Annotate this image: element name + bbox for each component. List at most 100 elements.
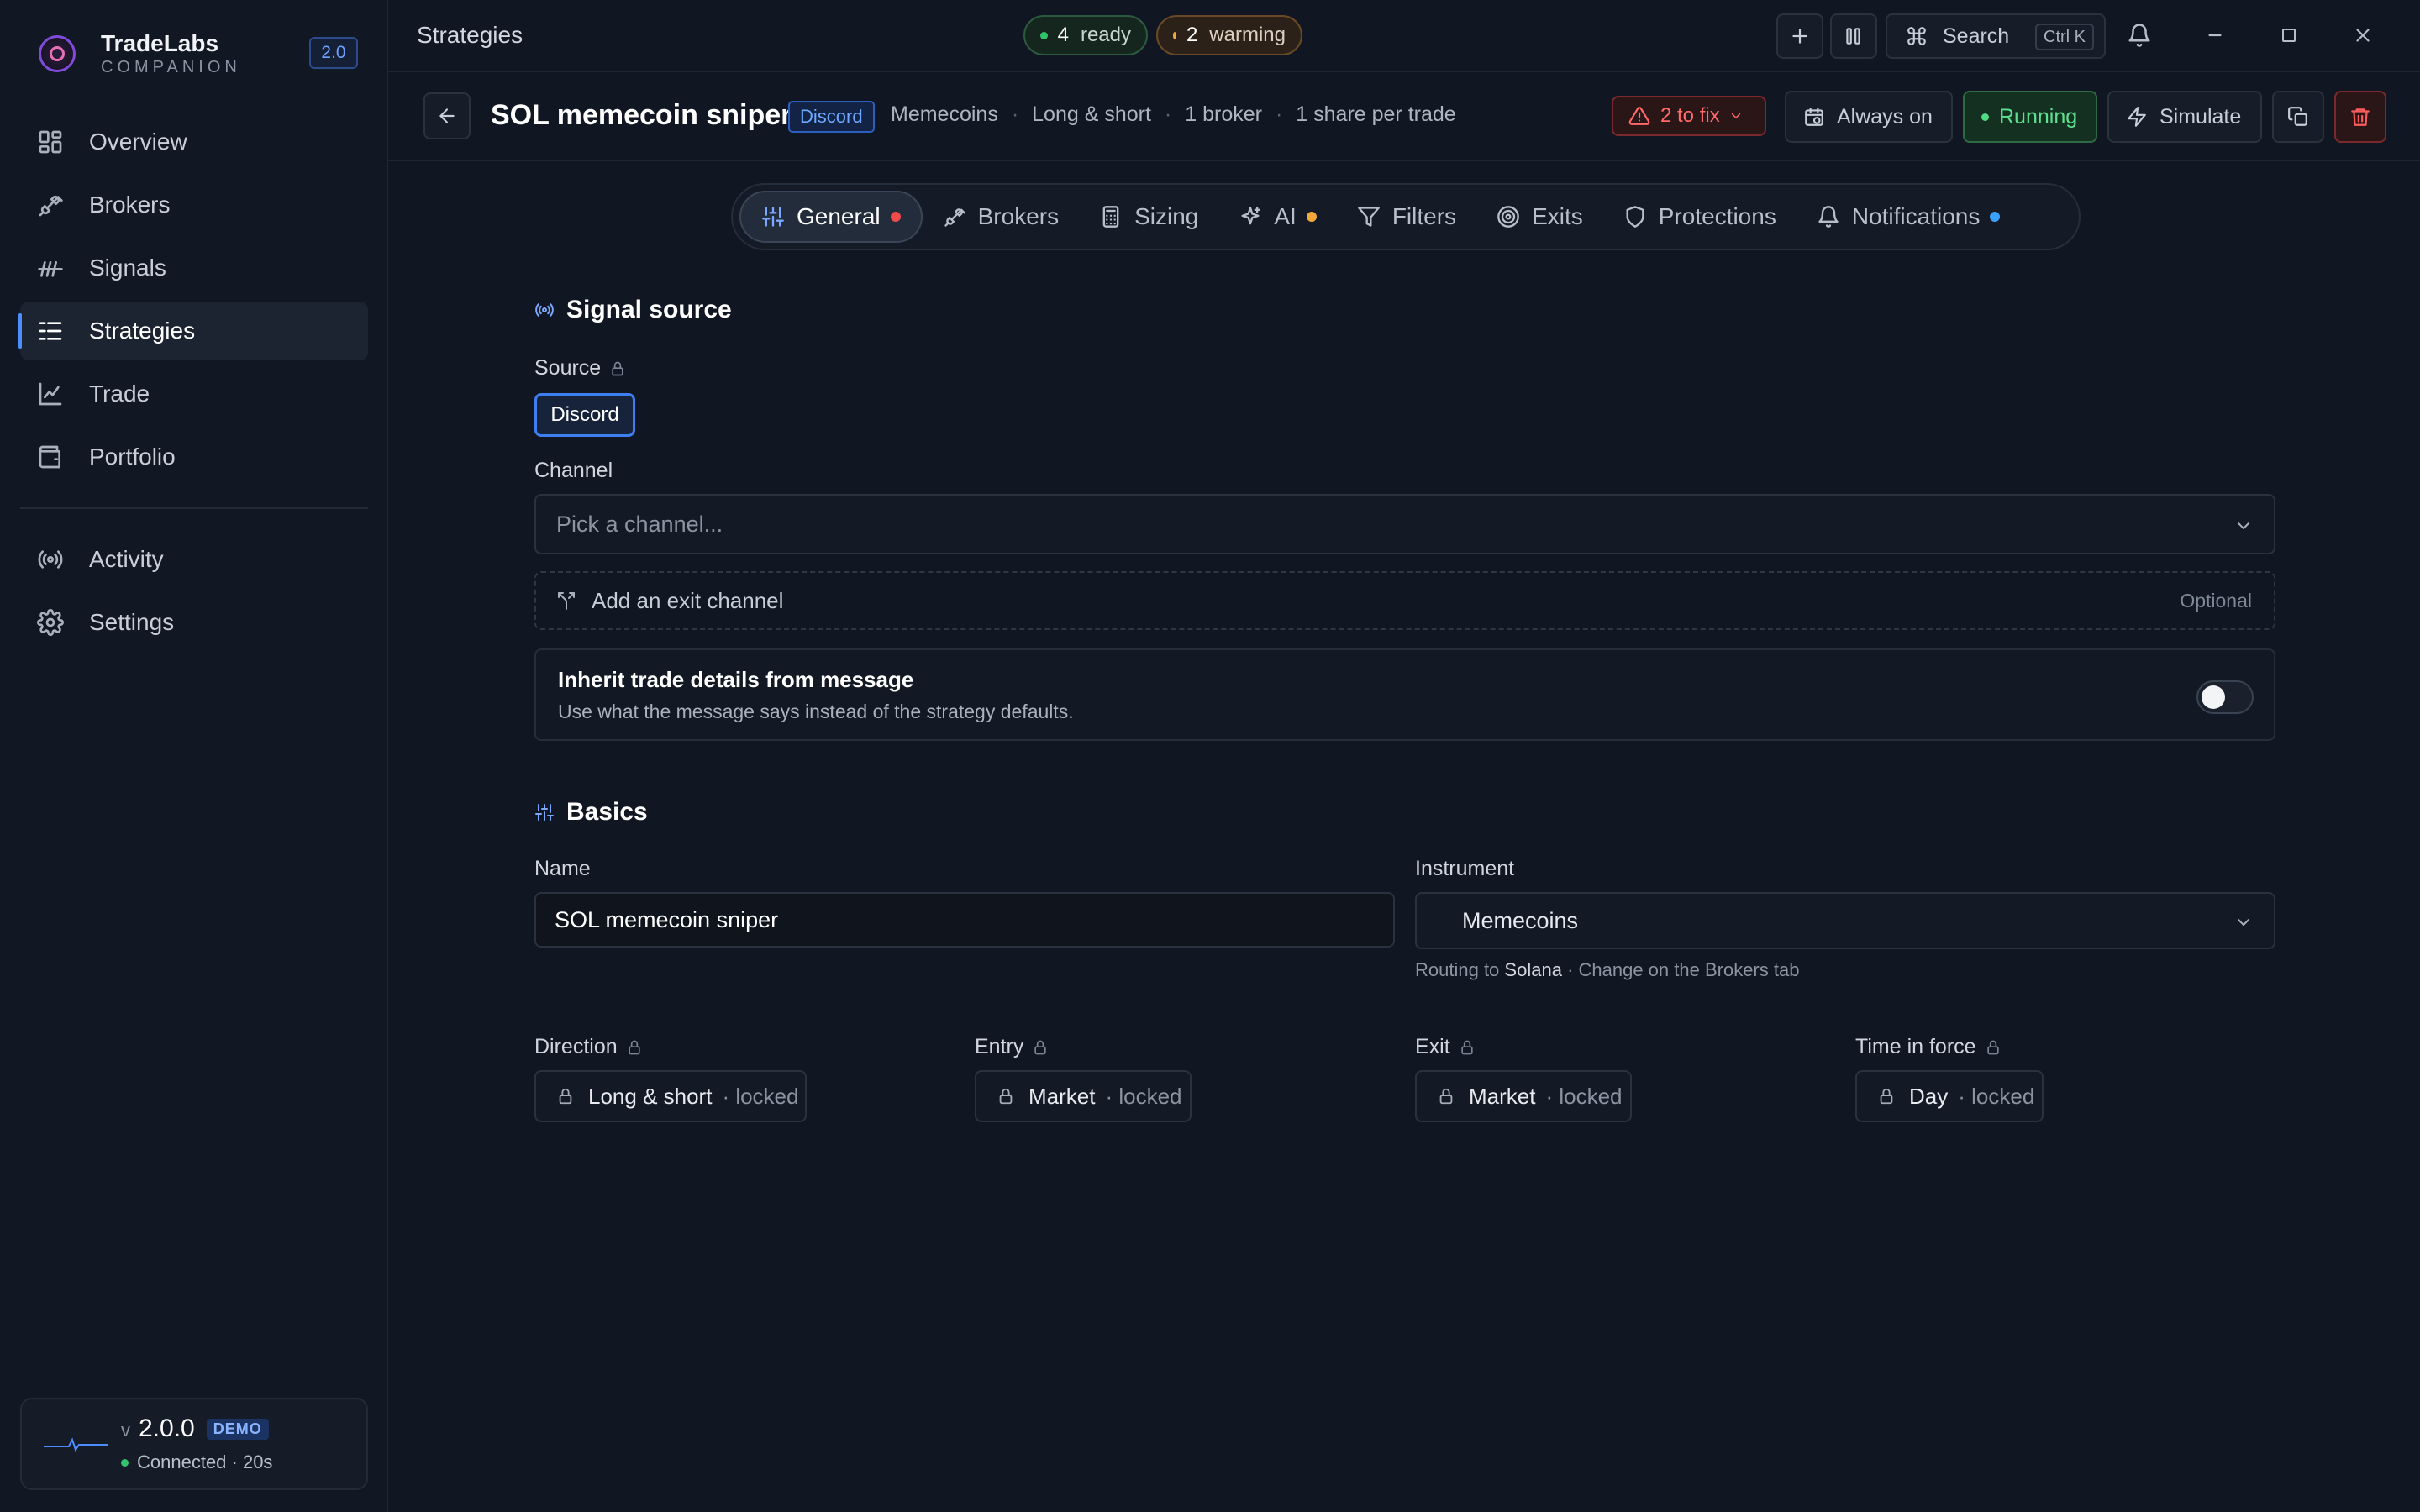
sidebar: TradeLabs COMPANION 2.0 Overview Brokers… (0, 0, 388, 1512)
list-icon (37, 318, 64, 344)
basics-heading: Basics (534, 798, 648, 827)
add-exit-channel-button[interactable]: Add an exit channel Optional (534, 571, 2275, 630)
sidebar-item-signals[interactable]: Signals (20, 239, 368, 297)
delete-button[interactable] (2334, 91, 2386, 143)
version-badge: 2.0 (309, 37, 358, 69)
inherit-trade-details-card: Inherit trade details from message Use w… (534, 648, 2275, 741)
instrument-field-label: Instrument (1415, 857, 1514, 881)
channel-field-label: Channel (534, 459, 613, 483)
exit-channel-label: Add an exit channel (592, 587, 784, 613)
search-button[interactable]: Search Ctrl K (1886, 13, 2106, 59)
inherit-description: Use what the message says instead of the… (558, 701, 1074, 722)
instrument-select[interactable]: Memecoins (1415, 892, 2275, 949)
ready-status-pill[interactable]: 4 ready (1023, 15, 1148, 55)
inherit-toggle[interactable] (2196, 680, 2254, 714)
columns-button[interactable] (1830, 13, 1877, 59)
meta-sizing: 1 share per trade (1296, 102, 1456, 126)
filter-icon (1357, 205, 1381, 228)
broadcast-icon (534, 300, 555, 320)
brand[interactable]: TradeLabs COMPANION (39, 30, 241, 77)
maximize-button[interactable] (2272, 18, 2306, 52)
split-icon (556, 591, 576, 611)
warning-icon (1628, 105, 1650, 127)
locked-value: Market (1469, 1083, 1536, 1109)
demo-badge: DEMO (206, 1419, 269, 1440)
channel-placeholder: Pick a channel... (556, 511, 723, 537)
sidebar-item-label: Strategies (89, 318, 196, 344)
copy-icon (2287, 106, 2309, 128)
lock-icon (1437, 1087, 1455, 1105)
plus-icon (1789, 25, 1811, 47)
field-label: Instrument (1415, 857, 1515, 880)
schedule-label: Always on (1837, 104, 1933, 129)
brand-name: TradeLabs (101, 30, 219, 56)
sidebar-item-strategies[interactable]: Strategies (18, 302, 368, 360)
warming-status-pill[interactable]: 2 warming (1156, 15, 1302, 55)
arrow-left-icon (436, 105, 458, 127)
locked-value: Market (1028, 1083, 1096, 1109)
sidebar-item-label: Overview (89, 129, 187, 155)
locked-value: Day (1909, 1083, 1949, 1109)
exit-field-label: Exit (1415, 1035, 1476, 1059)
wallet-icon (37, 444, 64, 470)
channel-select[interactable]: Pick a channel... (534, 494, 2275, 554)
sidebar-item-activity[interactable]: Activity (20, 530, 368, 589)
field-label: Direction (534, 1035, 618, 1058)
direction-locked-value: Long & short · locked (534, 1070, 807, 1122)
sidebar-item-label: Brokers (89, 192, 171, 218)
close-button[interactable] (2346, 18, 2380, 52)
issues-to-fix-button[interactable]: 2 to fix (1612, 96, 1766, 136)
duplicate-button[interactable] (2272, 91, 2324, 143)
plug-icon (943, 205, 966, 228)
target-icon (1497, 205, 1520, 228)
tab-ai[interactable]: AI (1218, 191, 1336, 243)
section-title: Basics (566, 798, 648, 826)
sidebar-item-label: Trade (89, 381, 150, 407)
connection-status-card[interactable]: v 2.0.0 DEMO Connected · 20s (20, 1398, 368, 1490)
sparkle-icon (1239, 205, 1262, 228)
sidebar-item-label: Activity (89, 546, 164, 572)
tab-brokers[interactable]: Brokers (923, 191, 1079, 243)
field-label: Name (534, 857, 591, 880)
tab-protections[interactable]: Protections (1603, 191, 1797, 243)
running-status-button[interactable]: Running (1963, 91, 2097, 143)
tab-exits[interactable]: Exits (1476, 191, 1603, 243)
field-label: Exit (1415, 1035, 1450, 1058)
lock-icon (1877, 1087, 1896, 1105)
sidebar-item-overview[interactable]: Overview (20, 113, 368, 171)
locked-suffix: · locked (1545, 1083, 1623, 1109)
sidebar-item-portfolio[interactable]: Portfolio (20, 428, 368, 486)
lock-icon (556, 1087, 575, 1105)
tab-general[interactable]: General (739, 191, 923, 243)
ready-dot-icon (1040, 31, 1048, 39)
section-title: Signal source (566, 296, 732, 323)
sliders-icon (761, 205, 785, 228)
optional-label: Optional (2180, 589, 2252, 612)
simulate-button[interactable]: Simulate (2107, 91, 2262, 143)
strategy-name-input[interactable]: SOL memecoin sniper (534, 892, 1395, 948)
tab-label: Brokers (977, 203, 1060, 229)
routing-target: Solana (1504, 959, 1562, 980)
minimize-button[interactable] (2198, 18, 2232, 52)
add-button[interactable] (1776, 13, 1823, 59)
source-option-discord[interactable]: Discord (534, 393, 635, 437)
schedule-button[interactable]: Always on (1785, 91, 1953, 143)
warming-label: warming (1209, 24, 1286, 46)
warming-dot-icon (1173, 31, 1176, 39)
routing-suffix: · Change on the Brokers tab (1567, 959, 1800, 980)
tab-filters[interactable]: Filters (1337, 191, 1476, 243)
search-shortcut: Ctrl K (2035, 24, 2094, 50)
tab-notifications[interactable]: Notifications (1797, 191, 2021, 243)
notifications-button[interactable] (2123, 18, 2156, 52)
sidebar-item-trade[interactable]: Trade (20, 365, 368, 423)
tab-sizing[interactable]: Sizing (1079, 191, 1218, 243)
locked-suffix: · locked (1105, 1083, 1182, 1109)
close-icon (2352, 24, 2374, 46)
sidebar-item-brokers[interactable]: Brokers (20, 176, 368, 234)
strategy-tabs: General Brokers Sizing AI Filters Exits (731, 183, 2081, 250)
lock-icon (1032, 1039, 1049, 1056)
entry-locked-value: Market · locked (975, 1070, 1192, 1122)
back-button[interactable] (424, 92, 471, 139)
sidebar-item-settings[interactable]: Settings (20, 593, 368, 652)
trash-icon (2349, 106, 2371, 128)
